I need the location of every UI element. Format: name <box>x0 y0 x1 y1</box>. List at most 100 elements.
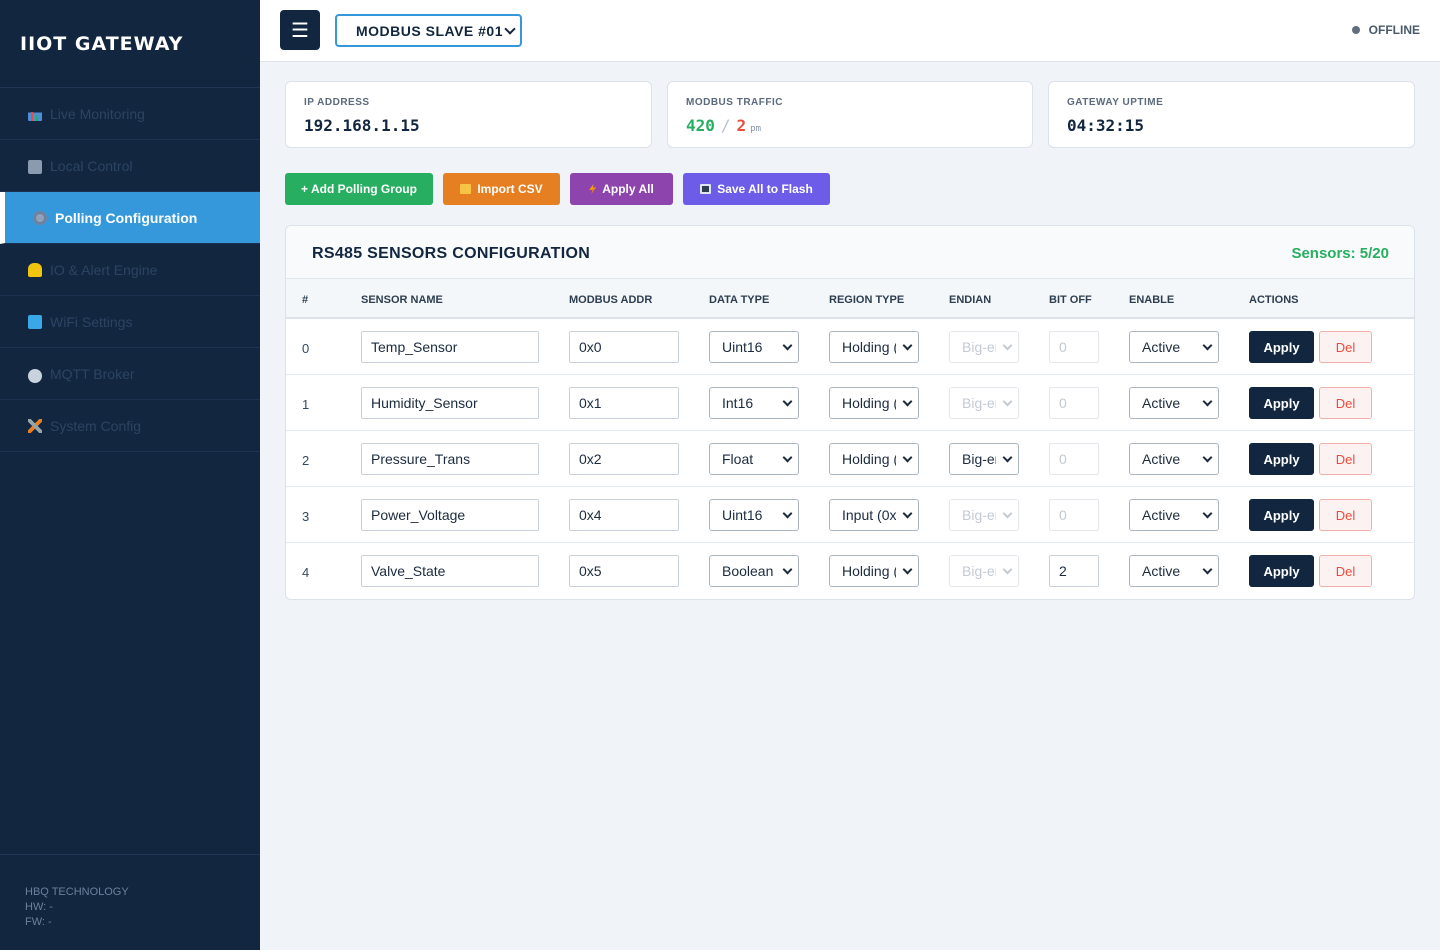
data-type-select[interactable]: Float <box>709 443 799 475</box>
col-header-data-type: DATA TYPE <box>709 294 770 306</box>
data-type-value: Boolean (Bit) <box>722 563 776 579</box>
topbar: ☰ MODBUS SLAVE #01 OFFLINE <box>260 0 1440 62</box>
endian-value: Big-endian <box>962 563 996 579</box>
sidebar-item-live-monitoring[interactable]: Live Monitoring <box>0 88 260 140</box>
data-type-select[interactable]: Uint16 <box>709 331 799 363</box>
gateway-uptime-card: GATEWAY UPTIME 04:32:15 <box>1048 81 1415 148</box>
apply-button[interactable]: Apply <box>1249 555 1314 587</box>
gateway-uptime-label: GATEWAY UPTIME <box>1067 97 1164 108</box>
ip-address-label: IP ADDRESS <box>304 97 370 108</box>
enable-value: Active <box>1142 451 1181 467</box>
sidebar-item-local-control[interactable]: Local Control <box>0 140 260 192</box>
chevron-down-icon <box>782 396 793 407</box>
slave-select[interactable]: MODBUS SLAVE #01 <box>335 14 522 47</box>
enable-value: Active <box>1142 507 1181 523</box>
apply-button[interactable]: Apply <box>1249 443 1314 475</box>
region-type-select[interactable]: Holding (0x03) <box>829 387 919 419</box>
row-index: 0 <box>302 341 310 356</box>
delete-button[interactable]: Del <box>1319 331 1372 363</box>
endian-value: Big-endian <box>962 451 996 467</box>
data-type-select[interactable]: Boolean (Bit) <box>709 555 799 587</box>
modbus-addr-input[interactable]: 0x4 <box>569 499 679 531</box>
region-type-value: Input (0x04) <box>842 507 896 523</box>
cloud-icon <box>28 368 42 383</box>
gateway-uptime-value: 04:32:15 <box>1067 116 1145 135</box>
col-header-sensor-name: SENSOR NAME <box>361 294 443 306</box>
modbus-traffic-card: MODBUS TRAFFIC 420 / 2 pm <box>667 81 1033 148</box>
company-name: HBQ TECHNOLOGY <box>25 886 129 898</box>
data-type-select[interactable]: Int16 <box>709 387 799 419</box>
modbus-addr-input[interactable]: 0x5 <box>569 555 679 587</box>
sensor-name-input[interactable]: Valve_State <box>361 555 539 587</box>
delete-button[interactable]: Del <box>1319 555 1372 587</box>
sidebar-item-polling-configuration[interactable]: Polling Configuration <box>0 192 260 244</box>
bit-offset-input: 0 <box>1049 443 1099 475</box>
enable-value: Active <box>1142 563 1181 579</box>
chevron-down-icon <box>1202 564 1213 575</box>
sensor-name-input[interactable]: Temp_Sensor <box>361 331 539 363</box>
add-polling-group-button[interactable]: + Add Polling Group <box>285 173 433 205</box>
ip-address-card: IP ADDRESS 192.168.1.15 <box>285 81 652 148</box>
endian-select[interactable]: Big-endian <box>949 443 1019 475</box>
sidebar-item-label: Live Monitoring <box>50 105 145 122</box>
modbus-addr-input[interactable]: 0x0 <box>569 331 679 363</box>
region-type-value: Holding (0x03) <box>842 451 896 467</box>
sidebar-item-label: System Config <box>50 417 142 434</box>
sidebar-item-io-alert-engine[interactable]: IO & Alert Engine <box>0 244 260 296</box>
enable-select[interactable]: Active <box>1129 499 1219 531</box>
delete-button[interactable]: Del <box>1319 499 1372 531</box>
region-type-value: Holding (0x03) <box>842 395 896 411</box>
col-header-modbus-addr: MODBUS ADDR <box>569 294 653 306</box>
chevron-down-icon <box>1002 508 1013 519</box>
apply-button[interactable]: Apply <box>1249 387 1314 419</box>
floppy-disk-icon <box>700 184 712 194</box>
modbus-addr-input[interactable]: 0x1 <box>569 387 679 419</box>
delete-button[interactable]: Del <box>1319 443 1372 475</box>
save-all-to-flash-button[interactable]: Save All to Flash <box>683 173 830 205</box>
status-dot-icon <box>1351 26 1360 34</box>
apply-button[interactable]: Apply <box>1249 499 1314 531</box>
delete-button[interactable]: Del <box>1319 387 1372 419</box>
enable-select[interactable]: Active <box>1129 555 1219 587</box>
panel-header: RS485 SENSORS CONFIGURATION Sensors: 5/2… <box>286 226 1414 279</box>
folder-icon <box>460 184 472 194</box>
chevron-down-icon <box>1002 564 1013 575</box>
chevron-down-icon <box>1202 508 1213 519</box>
chevron-down-icon <box>902 508 913 519</box>
sidebar-item-system-config[interactable]: System Config <box>0 400 260 452</box>
row-index: 1 <box>302 397 310 412</box>
table-row: 4 Valve_State 0x5 Boolean (Bit) Holding … <box>286 543 1414 599</box>
modbus-addr-input[interactable]: 0x2 <box>569 443 679 475</box>
sidebar-item-mqtt-broker[interactable]: MQTT Broker <box>0 348 260 400</box>
table-row: 2 Pressure_Trans 0x2 Float Holding (0x03… <box>286 431 1414 487</box>
chart-icon <box>28 106 42 121</box>
chevron-down-icon <box>902 340 913 351</box>
chevron-down-icon <box>902 396 913 407</box>
data-type-value: Int16 <box>722 395 754 411</box>
chevron-down-icon <box>902 564 913 575</box>
bit-offset-input[interactable]: 2 <box>1049 555 1099 587</box>
region-type-select[interactable]: Holding (0x03) <box>829 331 919 363</box>
region-type-select[interactable]: Holding (0x03) <box>829 443 919 475</box>
sensor-name-input[interactable]: Pressure_Trans <box>361 443 539 475</box>
row-index: 2 <box>302 453 310 468</box>
region-type-select[interactable]: Holding (0x03) <box>829 555 919 587</box>
apply-button[interactable]: Apply <box>1249 331 1314 363</box>
menu-toggle-button[interactable]: ☰ <box>280 10 320 50</box>
import-csv-button[interactable]: Import CSV <box>443 173 560 205</box>
apply-all-button[interactable]: Apply All <box>570 173 673 205</box>
fw-version: FW: - <box>25 916 52 928</box>
sensor-name-input[interactable]: Humidity_Sensor <box>361 387 539 419</box>
enable-select[interactable]: Active <box>1129 443 1219 475</box>
enable-select[interactable]: Active <box>1129 387 1219 419</box>
sensor-name-input[interactable]: Power_Voltage <box>361 499 539 531</box>
region-type-select[interactable]: Input (0x04) <box>829 499 919 531</box>
chevron-down-icon <box>504 23 516 35</box>
enable-select[interactable]: Active <box>1129 331 1219 363</box>
sidebar-item-label: MQTT Broker <box>50 365 135 382</box>
bell-icon <box>28 262 42 277</box>
sidebar-item-wifi-settings[interactable]: WiFi Settings <box>0 296 260 348</box>
apply-all-label: Apply All <box>602 182 654 196</box>
data-type-select[interactable]: Uint16 <box>709 499 799 531</box>
col-header-enable: ENABLE <box>1129 294 1175 306</box>
